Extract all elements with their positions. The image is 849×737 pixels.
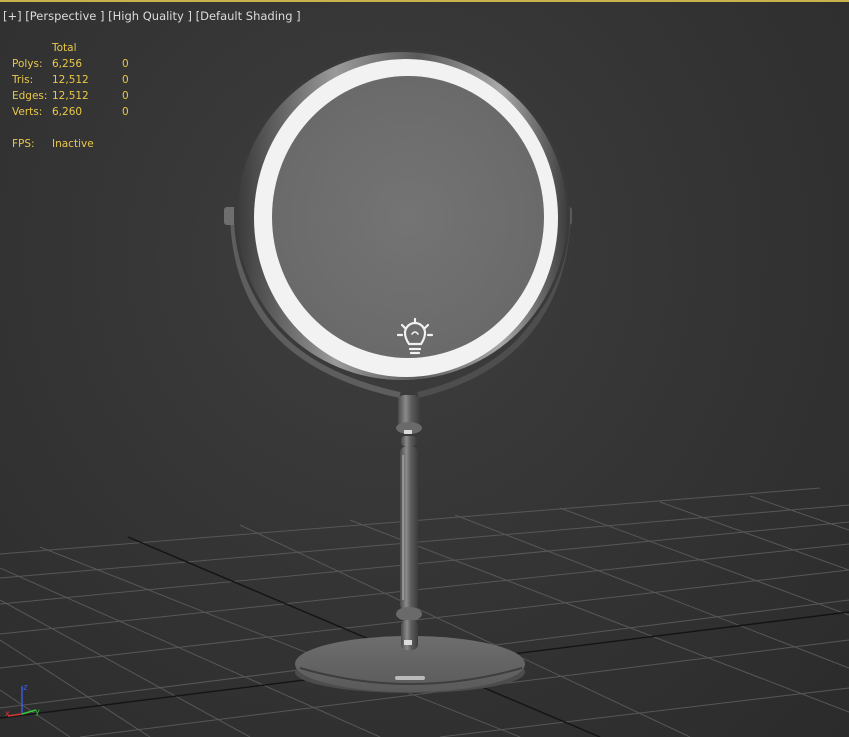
viewport-shading-menu[interactable]: [Default Shading ] bbox=[196, 9, 301, 23]
stats-total: 6,260 bbox=[52, 106, 83, 118]
stats-total: 12,512 bbox=[52, 90, 89, 102]
axis-z-label: z bbox=[23, 683, 28, 693]
axis-y-label: y bbox=[35, 707, 40, 716]
stats-selected: 0 bbox=[122, 106, 129, 118]
mirror-glass bbox=[272, 76, 544, 358]
axis-gizmo[interactable]: z x y bbox=[5, 683, 40, 718]
stats-label: Tris: bbox=[12, 74, 34, 86]
fps-label: FPS: bbox=[12, 138, 35, 150]
viewport-label-menu: [+] [Perspective ] [High Quality ] [Defa… bbox=[3, 9, 301, 23]
stats-total: 12,512 bbox=[52, 74, 89, 86]
perspective-viewport[interactable]: z x y [+] [Perspective ] [High Quality ]… bbox=[0, 0, 849, 737]
fps-value: Inactive bbox=[52, 138, 94, 150]
viewport-quality-menu[interactable]: [High Quality ] bbox=[108, 9, 192, 23]
statistics-overlay: Total Polys: 6,256 0 Tris: 12,512 0 Edge… bbox=[12, 40, 152, 152]
stats-row-verts: Verts: 6,260 0 bbox=[12, 104, 152, 120]
stats-label: Verts: bbox=[12, 106, 43, 118]
ground-grid bbox=[0, 487, 849, 737]
axis-x-label: x bbox=[5, 709, 10, 718]
stats-selected: 0 bbox=[122, 74, 129, 86]
stats-row-fps: FPS: Inactive bbox=[12, 136, 152, 152]
stats-label: Polys: bbox=[12, 58, 43, 70]
stats-total: 6,256 bbox=[52, 58, 83, 70]
stats-label: Edges: bbox=[12, 90, 48, 102]
stats-row-tris: Tris: 12,512 0 bbox=[12, 72, 152, 88]
viewport-general-menu[interactable]: [+] bbox=[3, 9, 22, 23]
stats-row-edges: Edges: 12,512 0 bbox=[12, 88, 152, 104]
mirror-stem[interactable] bbox=[396, 395, 422, 650]
viewport-point-of-view-menu[interactable]: [Perspective ] bbox=[25, 9, 104, 23]
stats-header-total: Total bbox=[52, 42, 77, 54]
stats-selected: 0 bbox=[122, 90, 129, 102]
stats-row-polys: Polys: 6,256 0 bbox=[12, 56, 152, 72]
mirror-head[interactable] bbox=[234, 49, 570, 383]
stats-selected: 0 bbox=[122, 58, 129, 70]
